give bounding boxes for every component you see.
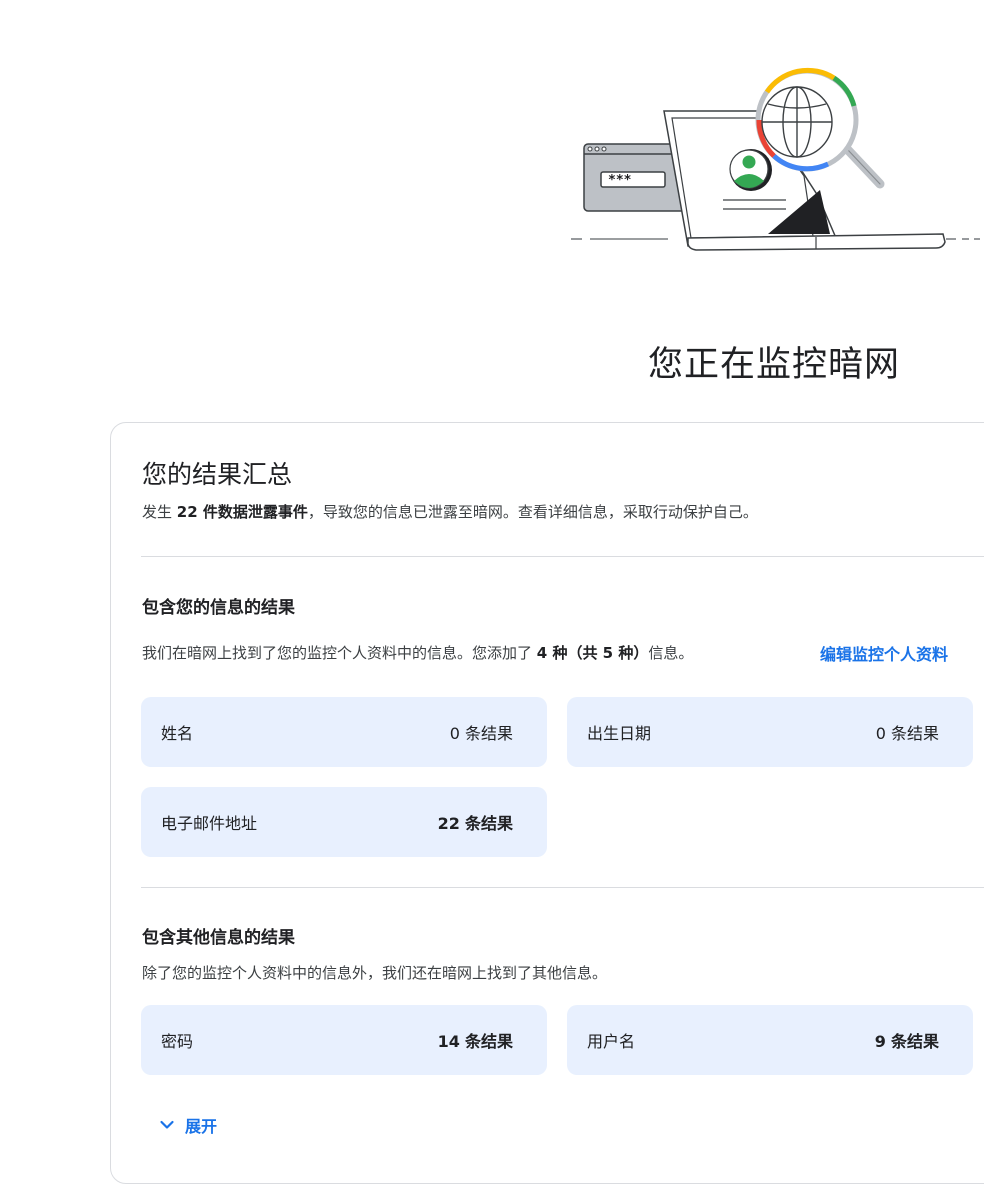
tile-count-number: 0: [449, 724, 460, 743]
password-mask: ***: [608, 173, 632, 188]
profile-results-heading: 包含您的信息的结果: [142, 598, 295, 618]
tile-count: 0 条结果: [876, 720, 939, 744]
expand-label: 展开: [185, 1117, 218, 1136]
tile-count: 0 条结果: [450, 720, 513, 744]
profile-results-desc: 我们在暗网上找到了您的监控个人资料中的信息。您添加了 4 种（共 5 种）信息。: [142, 642, 693, 663]
tile-label: 电子邮件地址: [161, 814, 258, 833]
dark-web-illustration: ***: [571, 67, 980, 251]
summary-text-post: ，导致您的信息已泄露至暗网。查看详细信息，采取行动保护自己。: [307, 503, 758, 521]
result-tile-password[interactable]: 密码 14 条结果: [141, 1005, 547, 1075]
tile-count: 14 条结果: [438, 1028, 513, 1052]
tile-count: 9 条结果: [875, 1028, 939, 1052]
tile-label: 密码: [161, 1032, 194, 1051]
tile-label: 用户名: [587, 1032, 636, 1051]
page-title: 您正在监控暗网: [648, 345, 901, 385]
result-tile-username[interactable]: 用户名 9 条结果: [567, 1005, 973, 1075]
divider: [141, 887, 984, 888]
globe-icon: [761, 86, 833, 158]
other-results-desc: 除了您的监控个人资料中的信息外，我们还在暗网上找到了其他信息。: [142, 964, 608, 982]
tile-count-unit: 条结果: [890, 1032, 939, 1051]
tile-count-number: 22: [437, 814, 460, 833]
profile-desc-post: 信息。: [648, 644, 694, 662]
tile-label: 出生日期: [587, 724, 652, 743]
tile-count-unit: 条结果: [464, 1032, 513, 1051]
tile-count-unit: 条结果: [890, 724, 939, 743]
result-tile-email[interactable]: 电子邮件地址 22 条结果: [141, 787, 547, 857]
divider: [141, 556, 984, 557]
profile-info-count: 4 种（共 5 种）: [536, 644, 649, 662]
summary-title: 您的结果汇总: [142, 460, 293, 489]
other-results-heading: 包含其他信息的结果: [142, 928, 295, 948]
results-summary-card: 您的结果汇总 发生 22 件数据泄露事件，导致您的信息已泄露至暗网。查看详细信息…: [110, 422, 984, 1184]
tile-count-number: 0: [875, 724, 886, 743]
profile-desc-pre: 我们在暗网上找到了您的监控个人资料中的信息。您添加了: [142, 644, 537, 662]
tile-count-unit: 条结果: [464, 814, 513, 833]
tile-label: 姓名: [161, 724, 194, 743]
chevron-down-icon: [160, 1120, 174, 1129]
result-tile-birthdate[interactable]: 出生日期 0 条结果: [567, 697, 973, 767]
summary-text: 发生 22 件数据泄露事件，导致您的信息已泄露至暗网。查看详细信息，采取行动保护…: [142, 501, 758, 522]
tile-count-number: 9: [874, 1032, 886, 1051]
expand-button[interactable]: 展开: [159, 1113, 217, 1137]
tile-count: 22 条结果: [438, 810, 513, 834]
summary-text-pre: 发生: [142, 503, 177, 521]
tile-count-number: 14: [437, 1032, 460, 1051]
result-tile-name[interactable]: 姓名 0 条结果: [141, 697, 547, 767]
edit-monitoring-profile-link[interactable]: 编辑监控个人资料: [820, 641, 948, 665]
breach-count: 22 件数据泄露事件: [176, 503, 308, 521]
tile-count-unit: 条结果: [464, 724, 513, 743]
